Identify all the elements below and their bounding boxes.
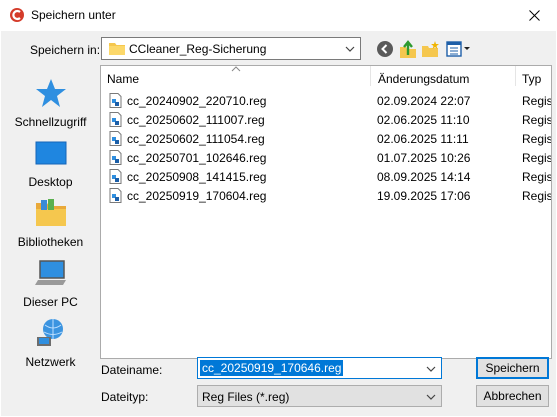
file-row[interactable]: cc_20250602_111054.reg 02.06.2025 11:11 … bbox=[101, 129, 552, 148]
place-bibliotheken[interactable]: Bibliotheken bbox=[9, 197, 92, 253]
file-date: 02.06.2025 11:11 bbox=[377, 132, 469, 146]
title-bar: Speichern unter bbox=[0, 0, 557, 31]
reg-file-icon bbox=[109, 112, 122, 127]
file-row[interactable]: cc_20250919_170604.reg 19.09.2025 17:06 … bbox=[101, 186, 552, 205]
place-label: Desktop bbox=[28, 175, 73, 189]
back-icon bbox=[377, 41, 393, 57]
reg-file-icon bbox=[109, 169, 122, 184]
file-type: Regis bbox=[522, 94, 552, 108]
libraries-icon bbox=[36, 199, 66, 226]
file-date: 08.09.2025 14:14 bbox=[377, 170, 471, 184]
place-label: Dieser PC bbox=[23, 295, 78, 309]
star-icon bbox=[36, 79, 66, 107]
reg-file-icon bbox=[109, 150, 122, 165]
file-name: cc_20240902_220710.reg bbox=[127, 94, 267, 108]
view-menu-button[interactable] bbox=[446, 39, 472, 59]
file-row[interactable]: cc_20250701_102646.reg 01.07.2025 10:26 … bbox=[101, 148, 552, 167]
file-type: Regis bbox=[522, 189, 552, 203]
place-label: Netzwerk bbox=[25, 355, 76, 369]
folder-icon bbox=[109, 43, 125, 55]
filetype-dropdown[interactable]: Reg Files (*.reg) bbox=[197, 385, 442, 407]
close-icon bbox=[528, 10, 540, 21]
file-name: cc_20250919_170604.reg bbox=[127, 189, 267, 203]
file-date: 02.06.2025 11:10 bbox=[377, 113, 470, 127]
ccleaner-app-icon bbox=[10, 8, 24, 22]
column-header-type[interactable]: Typ bbox=[522, 72, 541, 86]
desktop-icon bbox=[35, 141, 67, 165]
back-button[interactable] bbox=[375, 39, 395, 59]
chevron-down-icon bbox=[345, 46, 355, 52]
file-name: cc_20250701_102646.reg bbox=[127, 151, 267, 165]
file-type: Regis bbox=[522, 151, 552, 165]
column-divider[interactable] bbox=[370, 66, 371, 86]
filename-label: Dateiname: bbox=[101, 363, 163, 377]
up-folder-icon bbox=[400, 40, 416, 58]
close-button[interactable] bbox=[511, 0, 557, 31]
file-date: 19.09.2025 17:06 bbox=[377, 189, 471, 203]
network-icon bbox=[37, 319, 63, 346]
filetype-value: Reg Files (*.reg) bbox=[202, 390, 290, 404]
file-row[interactable]: cc_20240902_220710.reg 02.09.2024 22:07 … bbox=[101, 91, 552, 110]
new-folder-button[interactable] bbox=[421, 39, 441, 59]
reg-file-icon bbox=[109, 188, 122, 203]
save-button[interactable]: Speichern bbox=[476, 357, 549, 379]
view-menu-icon bbox=[446, 41, 470, 57]
column-header-name[interactable]: Name bbox=[107, 72, 139, 86]
chevron-down-icon bbox=[426, 394, 436, 400]
column-divider[interactable] bbox=[515, 66, 516, 86]
new-folder-icon bbox=[422, 41, 439, 57]
up-folder-button[interactable] bbox=[398, 39, 418, 59]
place-label: Bibliotheken bbox=[17, 235, 84, 249]
computer-icon bbox=[35, 260, 66, 285]
file-type: Regis bbox=[522, 132, 552, 146]
column-header-date[interactable]: Änderungsdatum bbox=[378, 72, 469, 86]
reg-file-icon bbox=[109, 93, 122, 108]
filename-field[interactable]: cc_20250919_170646.reg bbox=[197, 357, 442, 379]
file-name: cc_20250602_111007.reg bbox=[127, 113, 265, 127]
window-title: Speichern unter bbox=[31, 8, 116, 22]
file-row[interactable]: cc_20250602_111007.reg 02.06.2025 11:10 … bbox=[101, 110, 552, 129]
lookin-dropdown[interactable]: CCleaner_Reg-Sicherung bbox=[101, 37, 361, 60]
places-bar: Schnellzugriff Desktop Bibliotheken Dies… bbox=[9, 65, 92, 378]
place-label: Schnellzugriff bbox=[14, 115, 87, 129]
filetype-label: Dateityp: bbox=[101, 390, 149, 404]
file-type: Regis bbox=[522, 170, 552, 184]
file-row[interactable]: cc_20250908_141415.reg 08.09.2025 14:14 … bbox=[101, 167, 552, 186]
chevron-down-icon[interactable] bbox=[425, 363, 437, 375]
lookin-label: Speichern in: bbox=[30, 43, 101, 57]
place-netzwerk[interactable]: Netzwerk bbox=[9, 317, 92, 373]
file-name: cc_20250602_111054.reg bbox=[127, 132, 265, 146]
place-dieser-pc[interactable]: Dieser PC bbox=[9, 257, 92, 313]
reg-file-icon bbox=[109, 131, 122, 146]
file-date: 01.07.2025 10:26 bbox=[377, 151, 471, 165]
filename-value[interactable]: cc_20250919_170646.reg bbox=[200, 360, 344, 376]
file-name: cc_20250908_141415.reg bbox=[127, 170, 267, 184]
sort-ascending-icon bbox=[231, 66, 241, 72]
file-date: 02.09.2024 22:07 bbox=[377, 94, 471, 108]
place-desktop[interactable]: Desktop bbox=[9, 137, 92, 193]
cancel-button[interactable]: Abbrechen bbox=[476, 385, 549, 407]
place-schnellzugriff[interactable]: Schnellzugriff bbox=[9, 77, 92, 133]
file-list[interactable]: Name Änderungsdatum Typ cc_20240902_2207… bbox=[100, 65, 552, 359]
lookin-value: CCleaner_Reg-Sicherung bbox=[129, 42, 267, 56]
file-type: Regis bbox=[522, 113, 552, 127]
